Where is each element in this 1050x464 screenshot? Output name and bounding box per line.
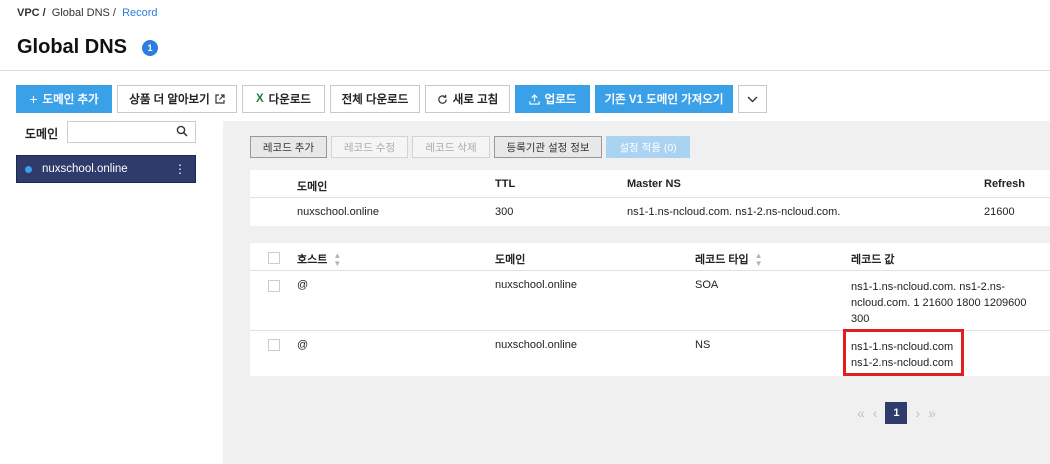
cell-record-type: SOA — [695, 279, 719, 291]
registrar-info-button[interactable]: 등록기관 설정 정보 — [494, 136, 602, 158]
more-dropdown-button[interactable] — [738, 85, 767, 113]
sort-icon[interactable]: ▲ ▼ — [755, 252, 763, 268]
cell-host: @ — [297, 279, 309, 291]
download-button[interactable]: X 다운로드 — [242, 85, 325, 113]
next-page-icon[interactable]: › — [915, 405, 920, 421]
refresh-button[interactable]: 새로 고침 — [425, 85, 510, 113]
cell-record-type: NS — [695, 339, 711, 351]
cell-refresh: 21600 — [984, 206, 1015, 218]
domain-search-input[interactable] — [67, 121, 196, 143]
value-line: 300 — [851, 313, 870, 325]
header-host[interactable]: 호스트 ▲ ▼ — [297, 251, 341, 268]
download-all-label: 전체 다운로드 — [341, 94, 409, 106]
breadcrumb: VPC / Global DNS / Record — [17, 7, 161, 19]
excel-icon: X — [256, 93, 264, 105]
add-record-button[interactable]: 레코드 추가 — [250, 136, 327, 158]
table-header-row: 도메인 TTL Master NS Refresh — [250, 170, 1050, 198]
cell-domain: nuxschool.online — [495, 339, 577, 351]
download-label: 다운로드 — [268, 94, 311, 106]
page-title: Global DNS — [17, 36, 128, 58]
prev-page-icon[interactable]: ‹ — [873, 405, 878, 421]
row-checkbox[interactable] — [268, 280, 280, 292]
search-icon[interactable] — [176, 125, 188, 137]
pagination: « ‹ 1 › » — [857, 402, 936, 424]
last-page-icon[interactable]: » — [928, 405, 936, 421]
refresh-icon — [438, 94, 447, 104]
header-ttl: TTL — [495, 178, 516, 190]
breadcrumb-vpc[interactable]: VPC / — [17, 7, 46, 19]
refresh-label: 새로 고침 — [452, 94, 499, 106]
plus-icon: + — [29, 91, 38, 107]
page-number-current[interactable]: 1 — [885, 402, 908, 424]
table-row: nuxschool.online 300 ns1-1.ns-ncloud.com… — [250, 198, 1050, 226]
toolbar: + 도메인 추가 상품 더 알아보기 X 다운로드 전체 다운로드 새로 고침 … — [16, 85, 767, 113]
row-checkbox[interactable] — [268, 339, 280, 351]
header-record-type[interactable]: 레코드 타입 ▲ ▼ — [695, 251, 763, 268]
breadcrumb-global-dns[interactable]: Global DNS / — [52, 7, 116, 19]
sidebar-item-domain[interactable]: nuxschool.online ⋮ — [16, 155, 196, 183]
upload-button[interactable]: 업로드 — [515, 85, 590, 113]
table-row: @ nuxschool.online SOA ns1-1.ns-ncloud.c… — [250, 271, 1050, 331]
first-page-icon[interactable]: « — [857, 405, 865, 421]
edit-record-button[interactable]: 레코드 수정 — [331, 136, 408, 158]
learn-more-label: 상품 더 알아보기 — [129, 94, 210, 106]
value-line: ns1-1.ns-ncloud.com. ns1-2.ns- — [851, 281, 1006, 293]
header-type-label: 레코드 타입 — [695, 254, 749, 266]
chevron-down-icon — [747, 96, 758, 102]
import-v1-button[interactable]: 기존 V1 도메인 가져오기 — [595, 85, 733, 113]
select-all-checkbox[interactable] — [268, 252, 280, 264]
value-line: ncloud.com. 1 21600 1800 1209600 — [851, 297, 1027, 309]
header-refresh: Refresh — [984, 178, 1025, 190]
header-domain: 도메인 — [297, 181, 328, 193]
cell-host: @ — [297, 339, 309, 351]
add-domain-label: 도메인 추가 — [42, 94, 99, 106]
domain-info-table: 도메인 TTL Master NS Refresh nuxschool.onli… — [250, 170, 1050, 226]
external-link-icon — [215, 94, 225, 104]
upload-label: 업로드 — [544, 94, 577, 106]
upload-icon — [528, 93, 540, 105]
table-header-row: 호스트 ▲ ▼ 도메인 레코드 타입 ▲ ▼ 레코드 값 — [250, 243, 1050, 271]
header-record-value: 레코드 값 — [851, 254, 895, 266]
cell-domain: nuxschool.online — [297, 206, 379, 218]
sidebar-item-label: nuxschool.online — [42, 163, 128, 175]
header-host-label: 호스트 — [297, 254, 328, 266]
cell-ttl: 300 — [495, 206, 514, 218]
sort-icon[interactable]: ▲ ▼ — [333, 252, 341, 268]
apply-settings-button[interactable]: 설정 적용 (0) — [606, 136, 690, 158]
status-dot-icon — [25, 165, 32, 173]
kebab-menu-icon[interactable]: ⋮ — [174, 163, 186, 175]
header-domain: 도메인 — [495, 254, 526, 266]
import-v1-label: 기존 V1 도메인 가져오기 — [604, 94, 724, 106]
download-all-button[interactable]: 전체 다운로드 — [330, 85, 420, 113]
learn-more-button[interactable]: 상품 더 알아보기 — [117, 85, 237, 113]
delete-record-button[interactable]: 레코드 삭제 — [412, 136, 490, 158]
cell-master-ns: ns1-1.ns-ncloud.com. ns1-2.ns-ncloud.com… — [627, 206, 841, 218]
divider — [0, 70, 1050, 71]
header-master-ns: Master NS — [627, 178, 681, 190]
breadcrumb-record[interactable]: Record — [122, 7, 157, 19]
record-toolbar: 레코드 추가 레코드 수정 레코드 삭제 등록기관 설정 정보 설정 적용 (0… — [250, 136, 690, 158]
cell-domain: nuxschool.online — [495, 279, 577, 291]
add-domain-button[interactable]: + 도메인 추가 — [16, 85, 112, 113]
info-badge[interactable]: 1 — [142, 40, 158, 56]
sidebar-label: 도메인 — [25, 127, 59, 141]
highlight-box — [843, 329, 964, 376]
cell-record-value: ns1-1.ns-ncloud.com. ns1-2.ns- ncloud.co… — [851, 279, 1027, 327]
